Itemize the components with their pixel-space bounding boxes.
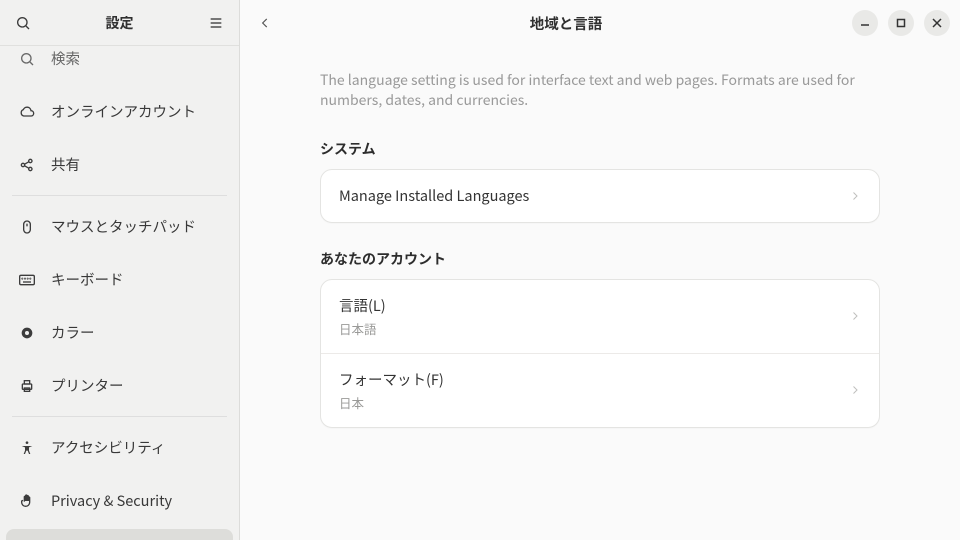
section-heading-system: システム <box>320 139 880 159</box>
sidebar-item-label: マウスとタッチパッド <box>51 216 196 237</box>
minimize-button[interactable] <box>852 10 878 36</box>
hamburger-button[interactable] <box>201 8 231 38</box>
chevron-left-icon <box>258 16 272 30</box>
system-card: Manage Installed Languages <box>320 169 880 223</box>
sidebar-item-keyboard[interactable]: キーボード <box>6 255 233 304</box>
sidebar-item-label: 共有 <box>51 154 80 175</box>
main-header: 地域と言語 <box>240 0 960 46</box>
sidebar-item-privacy[interactable]: Privacy & Security <box>6 476 233 525</box>
sidebar-item-label: 検索 <box>51 48 80 69</box>
sidebar-title: 設定 <box>38 13 201 33</box>
row-title: 言語(L) <box>339 295 849 316</box>
sidebar-item-printers[interactable]: プリンター <box>6 361 233 410</box>
sidebar-item-accessibility[interactable]: アクセシビリティ <box>6 423 233 472</box>
sidebar-item-label: プリンター <box>51 375 124 396</box>
window-controls <box>852 10 950 36</box>
color-icon <box>18 325 36 341</box>
keyboard-icon <box>18 274 36 286</box>
sidebar-item-label: オンラインアカウント <box>51 101 196 122</box>
sidebar-nav: 検索 オンラインアカウント 共有 マウスとタッチパッド <box>0 46 239 540</box>
back-button[interactable] <box>250 8 280 38</box>
row-title: フォーマット(F) <box>339 369 849 390</box>
sidebar-item-online-accounts[interactable]: オンラインアカウント <box>6 87 233 136</box>
row-value: 日本 <box>339 393 849 412</box>
sidebar-divider <box>12 416 227 417</box>
page-content: The language setting is used for interfa… <box>240 46 960 540</box>
search-icon <box>15 15 31 31</box>
menu-icon <box>208 15 224 31</box>
sidebar-item-label: Privacy & Security <box>51 490 172 511</box>
hand-icon <box>18 493 36 509</box>
sidebar-item-mouse[interactable]: マウスとタッチパッド <box>6 202 233 251</box>
language-row[interactable]: 言語(L) 日本語 <box>321 280 879 353</box>
account-card: 言語(L) 日本語 フォーマット(F) 日本 <box>320 279 880 428</box>
printer-icon <box>18 378 36 394</box>
close-icon <box>932 18 942 28</box>
share-icon <box>18 157 36 173</box>
sidebar-item-system[interactable]: システム <box>6 529 233 540</box>
sidebar-divider <box>12 195 227 196</box>
section-heading-account: あなたのアカウント <box>320 249 880 269</box>
settings-sidebar: 設定 検索 オンラインアカウント <box>0 0 240 540</box>
formats-row[interactable]: フォーマット(F) 日本 <box>321 353 879 427</box>
manage-installed-languages-row[interactable]: Manage Installed Languages <box>321 170 879 222</box>
page-description: The language setting is used for interfa… <box>320 70 880 111</box>
accessibility-icon <box>18 440 36 456</box>
sidebar-item-label: カラー <box>51 322 95 343</box>
close-button[interactable] <box>924 10 950 36</box>
sidebar-header: 設定 <box>0 0 239 46</box>
sidebar-item-search[interactable]: 検索 <box>6 46 233 83</box>
sidebar-item-label: キーボード <box>51 269 124 290</box>
search-button[interactable] <box>8 8 38 38</box>
maximize-icon <box>896 18 906 28</box>
minimize-icon <box>860 18 870 28</box>
cloud-icon <box>18 104 36 120</box>
chevron-right-icon <box>849 190 861 202</box>
search-icon <box>18 51 36 67</box>
chevron-right-icon <box>849 384 861 396</box>
page-title: 地域と言語 <box>280 13 852 34</box>
main-pane: 地域と言語 The language setting is used for i… <box>240 0 960 540</box>
chevron-right-icon <box>849 310 861 322</box>
row-title: Manage Installed Languages <box>339 185 849 206</box>
mouse-icon <box>18 219 36 235</box>
row-value: 日本語 <box>339 319 849 338</box>
sidebar-item-label: アクセシビリティ <box>51 437 165 458</box>
sidebar-item-color[interactable]: カラー <box>6 308 233 357</box>
sidebar-item-sharing[interactable]: 共有 <box>6 140 233 189</box>
maximize-button[interactable] <box>888 10 914 36</box>
